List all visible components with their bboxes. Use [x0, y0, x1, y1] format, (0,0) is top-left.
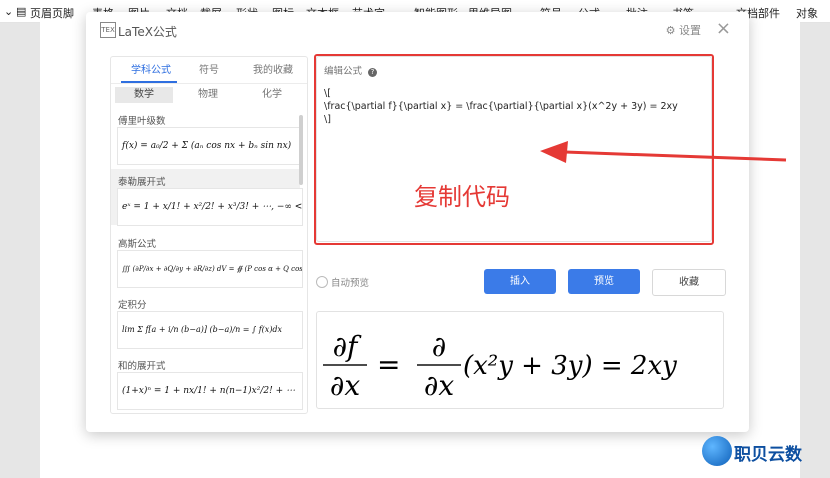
- formula-card-definite-integral[interactable]: lim Σ f[a + i/n (b−a)] (b−a)/n = ∫ f(x)d…: [117, 311, 303, 349]
- rendered-formula: ∂f ∂x = ∂ ∂x (x²y + 3y) = 2xy: [323, 330, 677, 402]
- category-fourier-label: 傅里叶级数: [118, 116, 166, 127]
- category-taylor-label: 泰勒展开式: [118, 177, 166, 188]
- header-footer-icon: ▤: [16, 5, 27, 18]
- formula-library-panel: 学科公式 符号 我的收藏 数学 物理 化学 傅里叶级数 f(x) = a₀/2 …: [110, 56, 308, 414]
- formula-card-taylor[interactable]: eˣ = 1 + x/1! + x²/2! + x³/3! + ⋯, −∞ < …: [117, 188, 303, 226]
- preview-rhs-body: (x²y + 3y) = 2xy: [463, 351, 677, 381]
- insert-button[interactable]: 插入: [484, 269, 556, 294]
- preview-rhs-denominator: ∂x: [424, 369, 454, 402]
- brand-watermark: 职贝云数: [702, 432, 830, 472]
- category-gauss-label: 高斯公式: [118, 239, 157, 250]
- preview-lhs-denominator: ∂x: [330, 369, 360, 402]
- tab-subject-formulas[interactable]: 学科公式: [131, 61, 171, 76]
- subtab-physics[interactable]: 物理: [179, 87, 237, 103]
- dropdown-icon[interactable]: ⌄: [4, 5, 13, 18]
- dialog-title: LaTeX公式: [118, 25, 177, 39]
- brand-text: 职贝云数: [734, 445, 802, 465]
- category-definite-integral-label: 定积分: [118, 300, 147, 311]
- close-icon[interactable]: ×: [716, 18, 731, 39]
- settings-label: 设置: [679, 24, 701, 37]
- auto-preview-radio[interactable]: [316, 276, 328, 288]
- gear-icon: ⚙: [665, 24, 676, 37]
- preview-button[interactable]: 预览: [568, 269, 640, 294]
- formula-card-gauss[interactable]: ∭ (∂P/∂x + ∂Q/∂y + ∂R/∂z) dV = ∯ (P cos …: [117, 250, 303, 288]
- active-tab-indicator: [121, 81, 177, 83]
- tab-symbols[interactable]: 符号: [199, 61, 219, 76]
- preview-lhs-numerator: ∂f: [333, 330, 362, 363]
- toolbar-item-header-footer[interactable]: 页眉页脚: [30, 5, 74, 21]
- auto-preview-label: 自动预览: [331, 278, 370, 289]
- tab-favorites[interactable]: 我的收藏: [253, 61, 293, 76]
- subtab-math[interactable]: 数学: [115, 87, 173, 103]
- latex-formula-dialog: TEX LaTeX公式 ⚙ 设置 × 学科公式 符号 我的收藏 数学 物理 化学…: [86, 12, 749, 432]
- settings-button[interactable]: ⚙ 设置: [666, 22, 701, 38]
- brand-logo-icon: [702, 436, 732, 466]
- toolbar-item-object[interactable]: 对象: [796, 5, 818, 21]
- favorite-button[interactable]: 收藏: [652, 269, 726, 296]
- annotation-copy-code: 复制代码: [414, 183, 510, 211]
- preview-equals: =: [377, 348, 400, 381]
- library-scrollbar[interactable]: [299, 115, 303, 185]
- formula-card-fourier[interactable]: f(x) = a₀/2 + Σ (aₙ cos nx + bₙ sin nx): [117, 127, 303, 165]
- subtab-chemistry[interactable]: 化学: [243, 87, 301, 103]
- formula-preview: ∂f ∂x = ∂ ∂x (x²y + 3y) = 2xy: [316, 311, 724, 409]
- latex-logo-icon: TEX: [100, 22, 116, 38]
- library-tabs: 学科公式 符号 我的收藏: [111, 57, 307, 84]
- preview-rhs-numerator: ∂: [432, 330, 446, 363]
- annotation-red-box: [314, 54, 714, 245]
- formula-card-binomial[interactable]: (1+x)ⁿ = 1 + nx/1! + n(n−1)x²/2! + ⋯: [117, 372, 303, 410]
- category-binomial-label: 和的展开式: [118, 361, 166, 372]
- subject-subtabs: 数学 物理 化学: [111, 87, 307, 105]
